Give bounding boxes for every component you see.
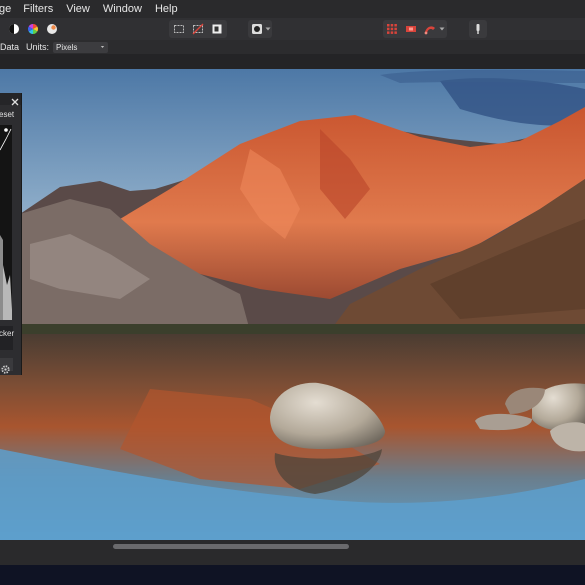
chevron-down-icon[interactable] [438,21,446,37]
context-toolbar: Data Units: Pixels [0,40,585,54]
invert-selection-icon[interactable] [209,21,225,37]
units-dropdown[interactable]: Pixels [53,41,109,53]
color-wheel-icon[interactable] [25,21,41,37]
chevron-down-icon[interactable] [264,21,272,37]
snapping-icon[interactable] [403,21,419,37]
canvas-ruler-gap [0,54,585,69]
curves-panel: eset cker [0,93,22,375]
units-value: Pixels [56,42,78,52]
gear-icon[interactable] [1,361,10,374]
menu-image[interactable]: ge [0,3,11,15]
taskbar [0,565,585,585]
curve-point[interactable] [4,128,8,132]
deselect-icon[interactable] [190,21,206,37]
units-label: Units: [26,42,50,52]
landscape-photo [0,69,585,540]
menu-view[interactable]: View [66,3,90,15]
export-persona-icon[interactable] [470,21,486,37]
toolbar [0,18,585,41]
chevron-down-icon [100,46,105,48]
menu-window[interactable]: Window [103,3,142,15]
menu-bar: ge Filters View Window Help [0,0,585,18]
menu-help[interactable]: Help [155,3,178,15]
assistant-icon[interactable] [422,21,438,37]
picker-label: cker [0,329,15,338]
menu-filters[interactable]: Filters [23,3,53,15]
contrast-icon[interactable] [6,21,22,37]
marquee-select-icon[interactable] [171,21,187,37]
curves-graph[interactable] [0,125,12,320]
document-canvas[interactable] [0,69,585,540]
mask-icon[interactable] [249,21,265,37]
reset-button[interactable]: eset [0,110,14,119]
grid-icon[interactable] [384,21,400,37]
color-picker-icon[interactable] [44,21,60,37]
data-label: Data [0,42,20,52]
close-icon[interactable] [10,94,20,106]
horizontal-scrollbar[interactable] [113,544,349,549]
